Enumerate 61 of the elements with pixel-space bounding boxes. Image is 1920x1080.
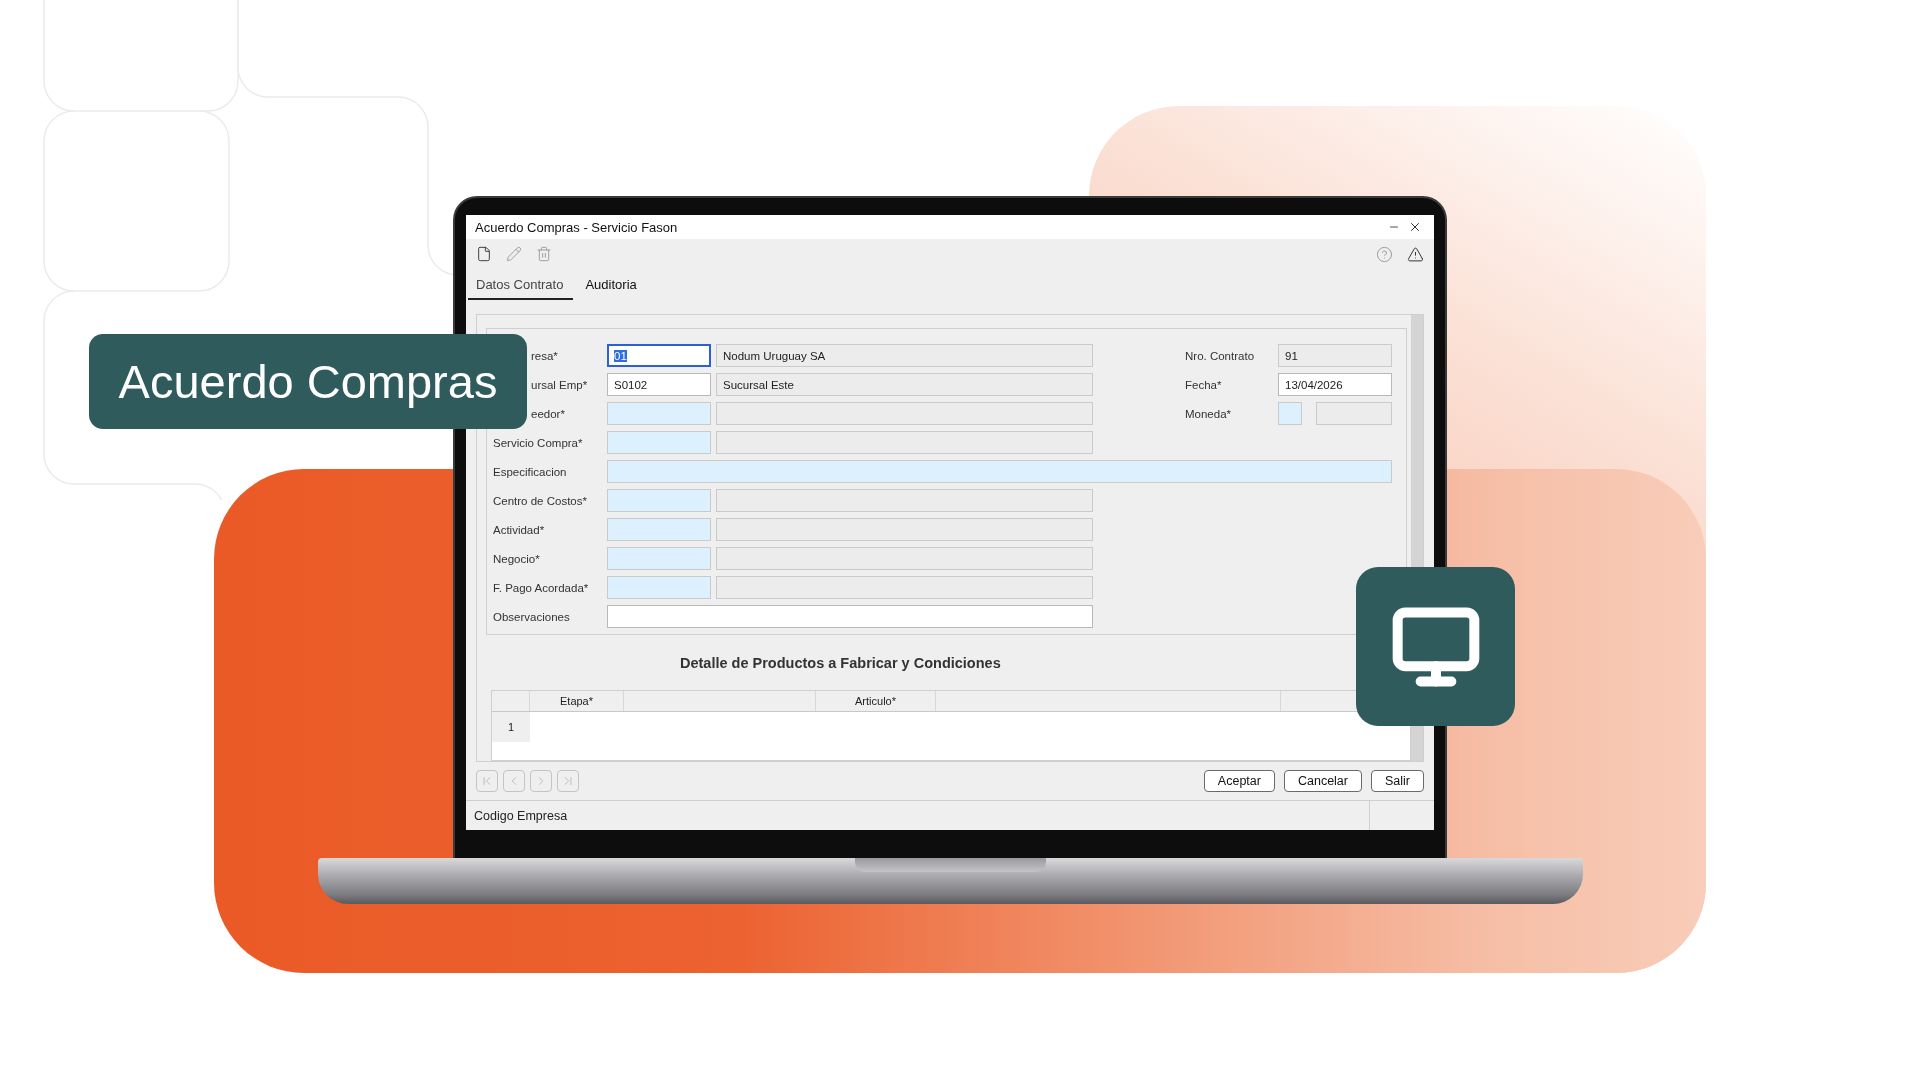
section-heading: Detalle de Productos a Fabricar y Condiciones bbox=[679, 654, 1002, 673]
field-label: eedor* bbox=[531, 407, 565, 420]
field-label: Especificacion bbox=[493, 465, 567, 478]
input-field[interactable] bbox=[607, 402, 711, 425]
input-field[interactable] bbox=[607, 547, 711, 570]
action-button[interactable]: Aceptar bbox=[1203, 770, 1275, 792]
input-field[interactable] bbox=[607, 489, 711, 512]
action-button[interactable]: Cancelar bbox=[1283, 770, 1362, 792]
text-area[interactable] bbox=[607, 605, 1093, 628]
input-field[interactable] bbox=[716, 489, 1093, 512]
input-field[interactable] bbox=[1316, 402, 1392, 425]
field-label: Nro. Contrato bbox=[1185, 349, 1255, 362]
field-label: Servicio Compra* bbox=[493, 436, 583, 449]
input-field[interactable]: 01 bbox=[607, 344, 711, 367]
field-label: ursal Emp* bbox=[531, 378, 588, 391]
input-field[interactable]: Sucursal Este bbox=[716, 373, 1093, 396]
action-button[interactable]: Salir bbox=[1371, 770, 1424, 792]
help-button[interactable] bbox=[1376, 245, 1393, 263]
row-number: 1 bbox=[492, 712, 530, 742]
field-label: Observaciones bbox=[493, 610, 570, 623]
input-field[interactable]: 91 bbox=[1278, 344, 1392, 367]
input-field[interactable] bbox=[607, 518, 711, 541]
input-field[interactable] bbox=[607, 460, 1392, 483]
warning-icon bbox=[1407, 245, 1424, 263]
input-field[interactable] bbox=[716, 576, 1093, 599]
input-field[interactable] bbox=[716, 431, 1093, 454]
field-label: Negocio* bbox=[493, 552, 540, 565]
help-icon bbox=[1376, 245, 1393, 263]
field-label: F. Pago Acordada* bbox=[493, 581, 589, 594]
document-icon bbox=[476, 246, 492, 262]
edit-button[interactable] bbox=[506, 246, 522, 262]
column-header[interactable]: Articulo* bbox=[816, 691, 936, 711]
field-label: Moneda* bbox=[1185, 407, 1232, 420]
field-label: resa* bbox=[531, 349, 558, 362]
field-label: Actividad* bbox=[493, 523, 545, 536]
selected-text: 01 bbox=[614, 349, 627, 362]
trash-icon bbox=[536, 246, 552, 262]
window-title: Acuerdo Compras - Servicio Fason bbox=[475, 219, 679, 235]
input-field[interactable] bbox=[607, 576, 711, 599]
input-field[interactable] bbox=[607, 431, 711, 454]
page-title: Acuerdo Compras bbox=[89, 334, 527, 429]
warning-button[interactable] bbox=[1407, 245, 1424, 263]
status-text: Codigo Empresa bbox=[473, 808, 569, 823]
field-label: Centro de Costos* bbox=[493, 494, 587, 507]
close-icon bbox=[1408, 220, 1422, 234]
last-icon bbox=[561, 774, 575, 788]
pencil-icon bbox=[506, 246, 522, 262]
input-field[interactable]: S0102 bbox=[607, 373, 711, 396]
input-field[interactable]: 13/04/2026 bbox=[1278, 373, 1392, 396]
column-header[interactable]: Etapa* bbox=[530, 691, 624, 711]
first-icon bbox=[480, 774, 494, 788]
tab[interactable]: Datos Contrato bbox=[468, 277, 574, 300]
new-document-button[interactable] bbox=[476, 246, 492, 262]
input-field[interactable] bbox=[716, 402, 1093, 425]
delete-button[interactable] bbox=[536, 246, 552, 262]
tab[interactable]: Auditoria bbox=[577, 277, 647, 300]
input-field[interactable] bbox=[716, 518, 1093, 541]
field-label: Fecha* bbox=[1185, 378, 1222, 391]
input-field[interactable] bbox=[716, 547, 1093, 570]
input-field[interactable]: Nodum Uruguay SA bbox=[716, 344, 1093, 367]
input-field[interactable] bbox=[1278, 402, 1302, 425]
